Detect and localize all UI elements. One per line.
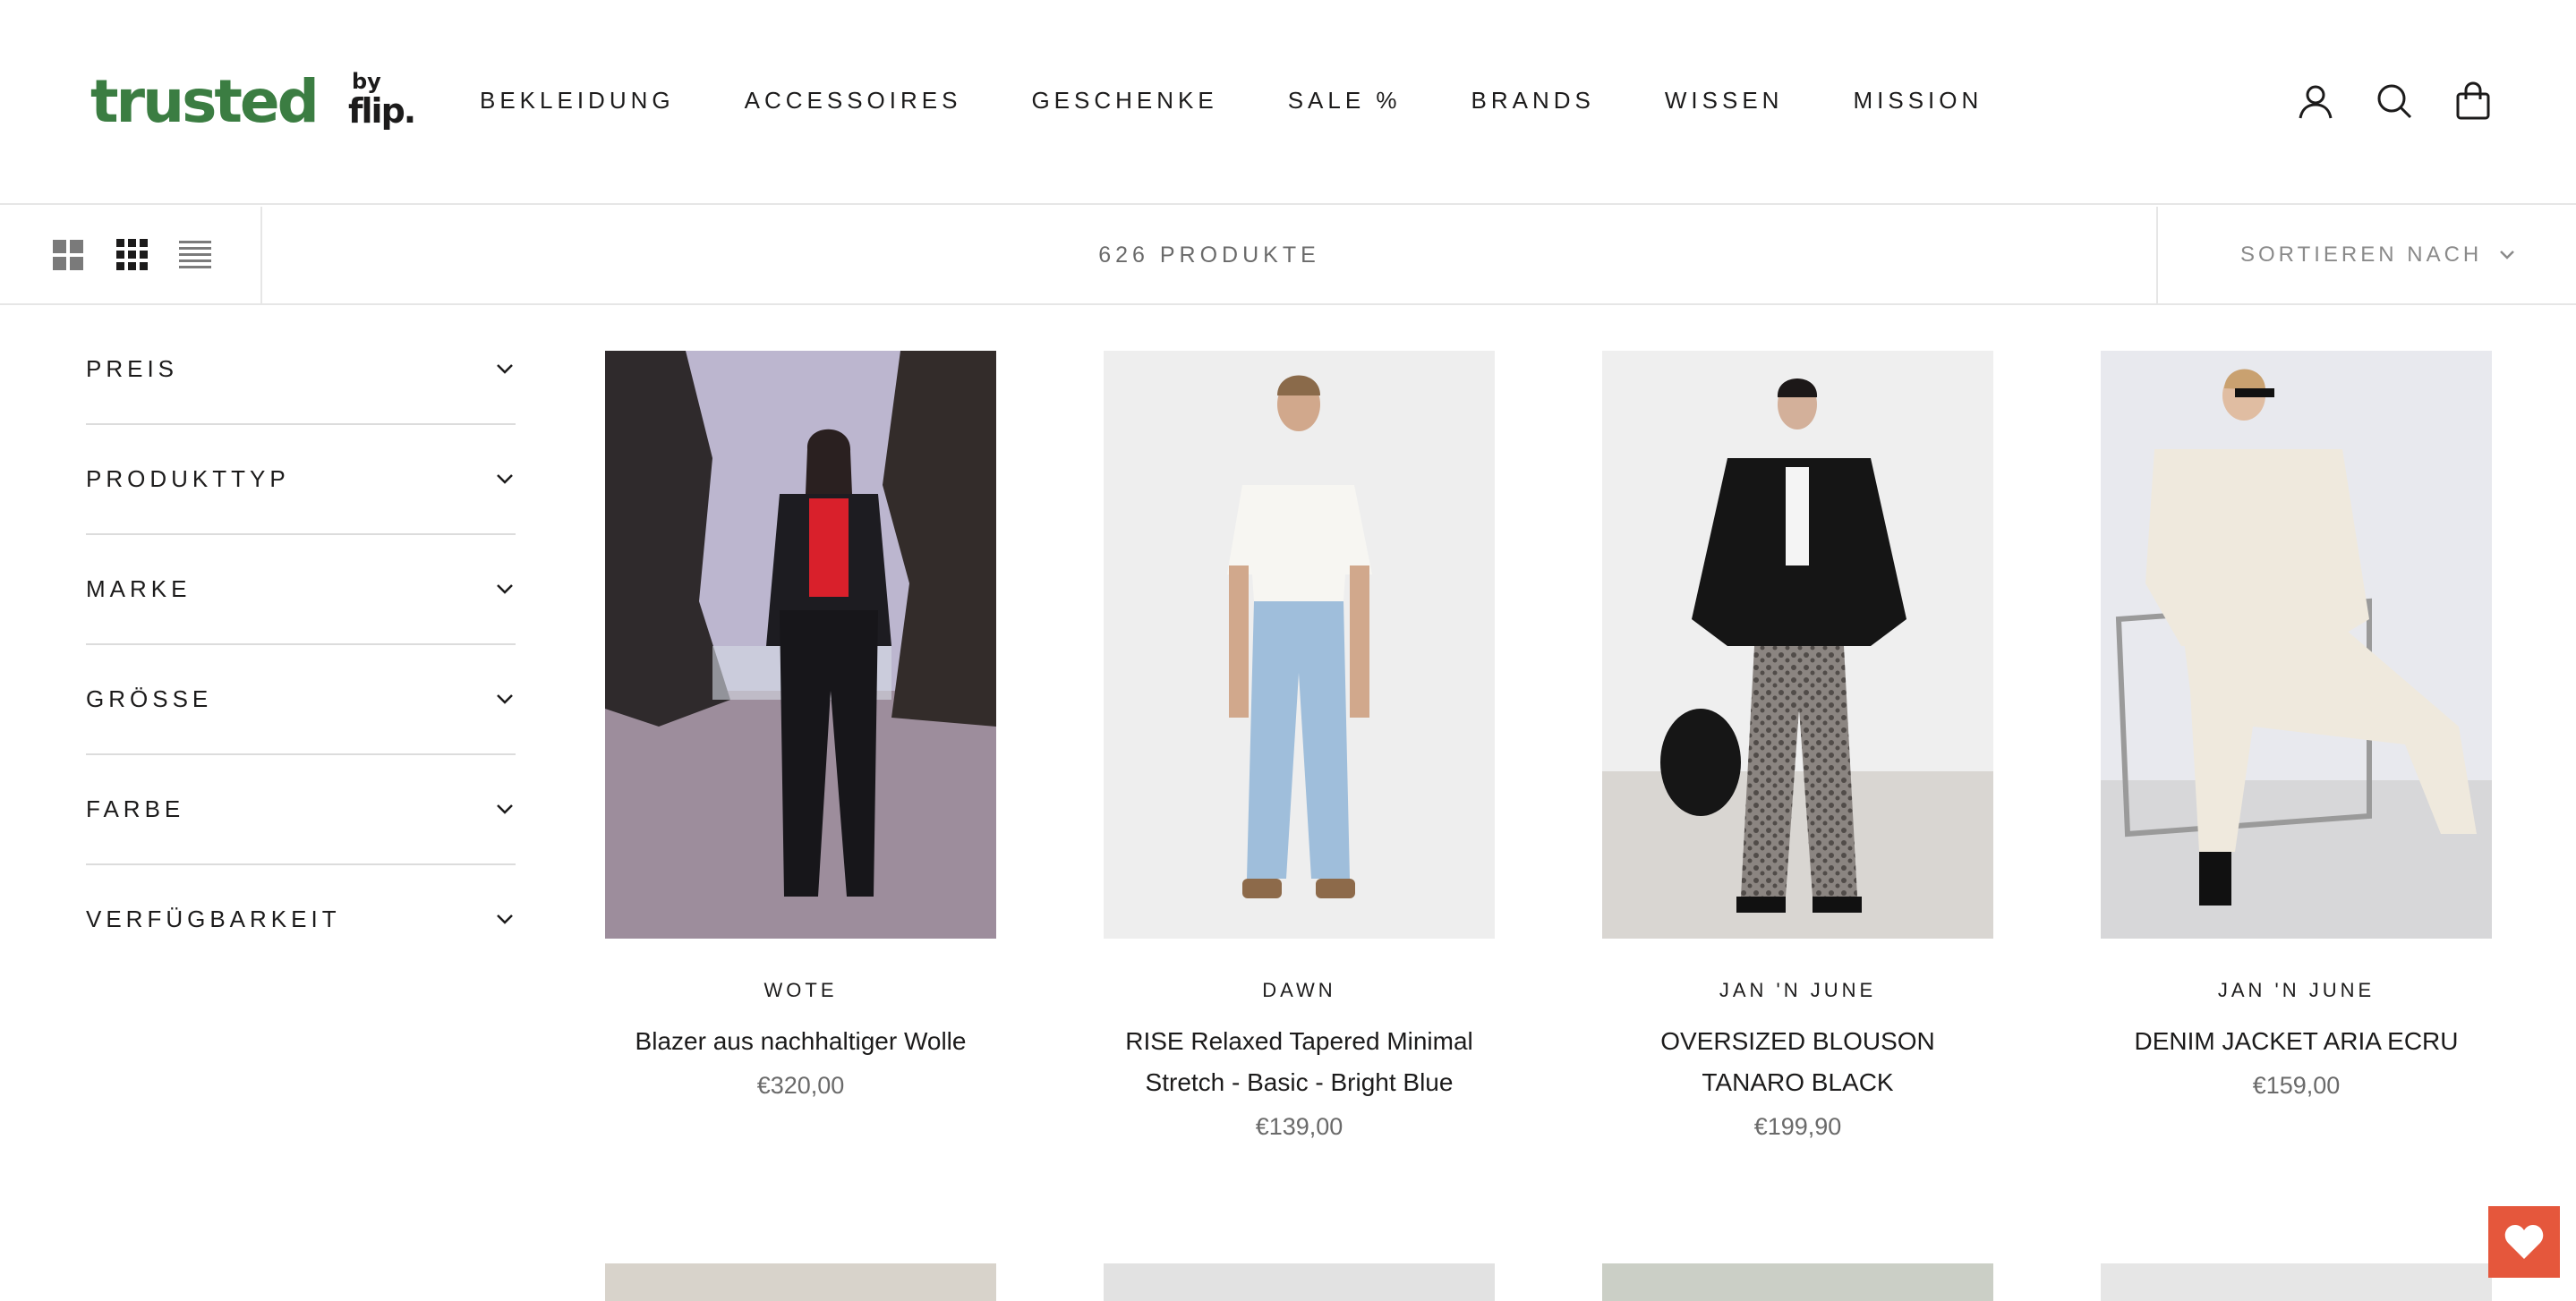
- product-price: €139,00: [1255, 1113, 1343, 1140]
- product-brand: WOTE: [763, 979, 838, 1001]
- collection-toolbar: 626 PRODUKTE SORTIEREN NACH: [0, 207, 2576, 305]
- filter-sidebar: PREIS PRODUKTTYP MARKE GRÖSSE FARBE VERF…: [86, 315, 516, 975]
- site-header: trusted by flip. BEKLEIDUNG ACCESSOIRES …: [0, 0, 2576, 205]
- filter-label: VERFÜGBARKEIT: [86, 906, 341, 932]
- nav-wissen[interactable]: WISSEN: [1665, 86, 1784, 115]
- product-title[interactable]: Blazer aus nachhaltiger Wolle: [605, 1021, 996, 1062]
- filter-product-type[interactable]: PRODUKTTYP: [86, 425, 516, 535]
- filter-color[interactable]: FARBE: [86, 755, 516, 865]
- product-image[interactable]: [605, 351, 996, 939]
- chevron-down-icon: [497, 914, 513, 924]
- filter-price[interactable]: PREIS: [86, 315, 516, 425]
- wishlist-button[interactable]: [2488, 1206, 2560, 1278]
- chevron-down-icon: [497, 694, 513, 704]
- header-actions: [2295, 81, 2494, 122]
- product-title[interactable]: RISE Relaxed Tapered Minimal Stretch - B…: [1104, 1021, 1495, 1103]
- product-card[interactable]: JAN 'N JUNE OVERSIZED BLOUSON TANARO BLA…: [1602, 351, 1993, 1144]
- trusted-by-flip-logo[interactable]: trusted by flip.: [90, 67, 416, 136]
- logo-by-text: by: [352, 69, 381, 94]
- product-brand: DAWN: [1262, 979, 1336, 1001]
- product-price: €199,90: [1753, 1113, 1842, 1140]
- product-image[interactable]: [1602, 351, 1993, 939]
- product-image-row2[interactable]: [1602, 1263, 1993, 1301]
- product-price: €320,00: [756, 1072, 845, 1099]
- account-icon[interactable]: [2295, 81, 2336, 122]
- grid-small-icon[interactable]: [115, 237, 150, 273]
- product-card[interactable]: WOTE Blazer aus nachhaltiger Wolle €320,…: [605, 351, 996, 1103]
- product-image-row2[interactable]: [2101, 1263, 2492, 1301]
- chevron-down-icon: [2500, 251, 2515, 259]
- nav-geschenke[interactable]: GESCHENKE: [1031, 86, 1217, 115]
- filter-availability[interactable]: VERFÜGBARKEIT: [86, 865, 516, 975]
- grid-large-icon[interactable]: [52, 237, 88, 273]
- chevron-down-icon: [497, 584, 513, 594]
- search-icon[interactable]: [2374, 81, 2415, 122]
- sort-dropdown[interactable]: SORTIEREN NACH: [2156, 207, 2576, 303]
- bag-icon[interactable]: [2452, 81, 2494, 122]
- nav-brands[interactable]: BRANDS: [1471, 86, 1595, 115]
- layout-switcher: [0, 207, 262, 303]
- product-card[interactable]: DAWN RISE Relaxed Tapered Minimal Stretc…: [1104, 351, 1495, 1144]
- nav-bekleidung[interactable]: BEKLEIDUNG: [480, 86, 675, 115]
- product-image[interactable]: [2101, 351, 2492, 939]
- nav-sale[interactable]: SALE %: [1288, 86, 1402, 115]
- main-navigation: BEKLEIDUNG ACCESSOIRES GESCHENKE SALE % …: [480, 86, 2052, 115]
- product-image-row2[interactable]: [1104, 1263, 1495, 1301]
- chevron-down-icon: [497, 474, 513, 484]
- product-title[interactable]: OVERSIZED BLOUSON TANARO BLACK: [1602, 1021, 1993, 1103]
- product-image-row2[interactable]: [605, 1263, 996, 1301]
- filter-brand[interactable]: MARKE: [86, 535, 516, 645]
- logo-flip-text: flip.: [348, 91, 416, 131]
- product-brand: JAN 'N JUNE: [2217, 979, 2376, 1001]
- filter-label: PREIS: [86, 355, 179, 382]
- product-price: €159,00: [2252, 1072, 2341, 1099]
- filter-label: FARBE: [86, 795, 185, 822]
- product-brand: JAN 'N JUNE: [1719, 979, 1877, 1001]
- filter-label: PRODUKTTYP: [86, 465, 290, 492]
- logo-wordmark: trusted: [90, 67, 320, 136]
- heart-icon: [2504, 1225, 2544, 1259]
- list-view-icon[interactable]: [177, 237, 213, 273]
- chevron-down-icon: [497, 804, 513, 814]
- product-image[interactable]: [1104, 351, 1495, 939]
- product-title[interactable]: DENIM JACKET ARIA ECRU: [2101, 1021, 2492, 1062]
- filter-size[interactable]: GRÖSSE: [86, 645, 516, 755]
- product-count: 626 PRODUKTE: [1098, 242, 1320, 268]
- nav-accessoires[interactable]: ACCESSOIRES: [745, 86, 962, 115]
- chevron-down-icon: [497, 364, 513, 374]
- filter-label: GRÖSSE: [86, 685, 213, 712]
- sort-label: SORTIEREN NACH: [2240, 242, 2483, 267]
- filter-label: MARKE: [86, 575, 192, 602]
- nav-mission[interactable]: MISSION: [1853, 86, 1983, 115]
- product-card[interactable]: JAN 'N JUNE DENIM JACKET ARIA ECRU €159,…: [2101, 351, 2492, 1103]
